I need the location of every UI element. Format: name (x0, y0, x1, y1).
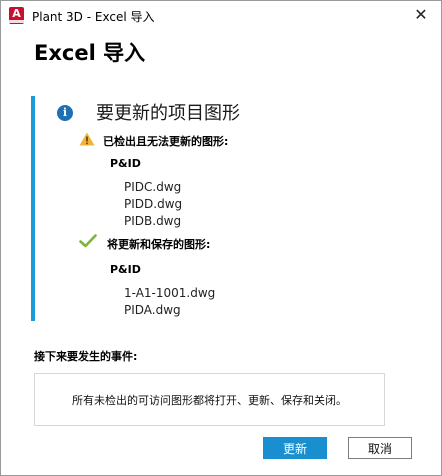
panel-title: 要更新的项目图形 (96, 103, 240, 124)
excel-import-dialog: A Plant 3D - Excel 导入 ✕ Excel 导入 i 要更新的项… (0, 0, 442, 476)
group-label-pid: P&ID (110, 157, 141, 170)
drawings-panel: i 要更新的项目图形 已检出且无法更新的图形: P&ID PIDC.dwg PI… (31, 96, 420, 321)
group-label-pid: P&ID (110, 263, 141, 276)
info-icon: i (57, 105, 73, 121)
next-events-label: 接下来要发生的事件: (34, 350, 138, 363)
next-events-description: 所有未检出的可访问图形都将打开、更新、保存和关闭。 (72, 394, 347, 407)
next-events-box: 所有未检出的可访问图形都将打开、更新、保存和关闭。 (34, 373, 385, 426)
title-bar: A Plant 3D - Excel 导入 ✕ (1, 1, 441, 31)
autocad-app-icon: A (9, 7, 24, 24)
update-button[interactable]: 更新 (263, 437, 327, 459)
page-title: Excel 导入 (34, 41, 146, 65)
window-title: Plant 3D - Excel 导入 (32, 10, 155, 24)
file-item: PIDB.dwg (124, 214, 182, 228)
file-item: PIDD.dwg (124, 197, 183, 211)
warning-icon (79, 132, 95, 146)
check-icon (79, 234, 97, 248)
close-button[interactable]: ✕ (401, 1, 441, 31)
file-item: 1-A1-1001.dwg (124, 286, 216, 300)
checked-out-label: 已检出且无法更新的图形: (103, 135, 229, 148)
file-item: PIDC.dwg (124, 180, 182, 194)
cancel-button[interactable]: 取消 (348, 437, 412, 459)
file-item: PIDA.dwg (124, 303, 181, 317)
close-icon: ✕ (414, 5, 428, 24)
will-update-label: 将更新和保存的图形: (107, 238, 211, 251)
